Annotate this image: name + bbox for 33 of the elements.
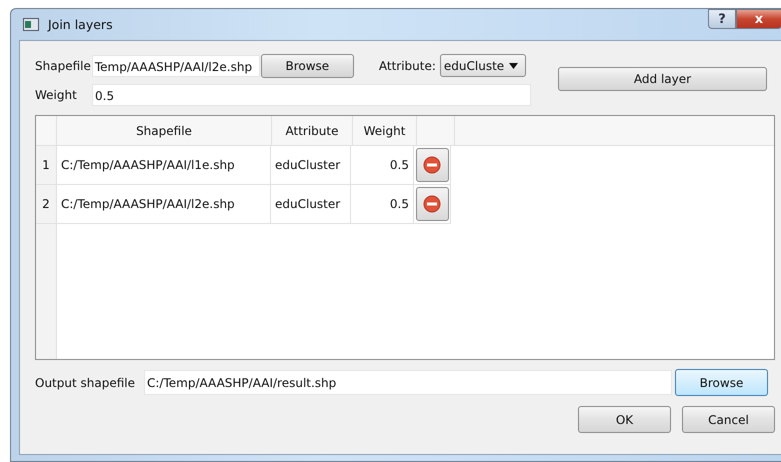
caret-icon <box>509 62 518 68</box>
remove-button[interactable] <box>416 148 448 182</box>
row-number: 2 <box>36 185 57 224</box>
field-label: Output shapefile <box>35 376 136 390</box>
window-title: Join layers <box>48 17 113 32</box>
add-layer-button[interactable]: Add layer <box>558 67 767 91</box>
remove-button[interactable] <box>416 187 448 221</box>
close-button[interactable]: x <box>736 9 781 29</box>
row-number: 1 <box>36 146 57 185</box>
field-label: Shapefile <box>35 58 91 72</box>
minus-circle-icon <box>423 156 441 174</box>
browse-button[interactable]: Browse <box>260 54 354 78</box>
column-header[interactable]: Shapefile <box>57 116 272 145</box>
table-cell: C:/Temp/AAASHP/AAI/l1e.shp <box>57 146 271 185</box>
table-cell: 0.5 <box>351 146 414 185</box>
field-label: Weight <box>35 88 78 102</box>
minus-circle-icon <box>423 195 441 213</box>
weight-field[interactable]: 0.5 <box>92 84 531 106</box>
cancel-button[interactable]: Cancel <box>682 406 775 433</box>
column-header[interactable]: Attribute <box>272 116 353 145</box>
table-cell: eduCluster <box>271 146 351 185</box>
output-field[interactable]: C:/Temp/AAASHP/AAI/result.shp <box>144 370 672 395</box>
shapefile-field[interactable]: Temp/AAASHP/AAI/l2e.shp <box>92 54 260 76</box>
window-icon <box>23 18 39 31</box>
help-button[interactable]: ? <box>708 9 736 29</box>
browse-button[interactable]: Browse <box>675 369 768 396</box>
field-label: Attribute: <box>378 58 436 72</box>
table-cell: 0.5 <box>351 185 414 224</box>
attribute-dropdown[interactable]: eduCluste <box>440 54 526 77</box>
table-cell: eduCluster <box>271 185 351 224</box>
ok-button[interactable]: OK <box>578 406 671 433</box>
table-cell: C:/Temp/AAASHP/AAI/l2e.shp <box>57 185 271 224</box>
column-header[interactable]: Weight <box>353 116 417 145</box>
